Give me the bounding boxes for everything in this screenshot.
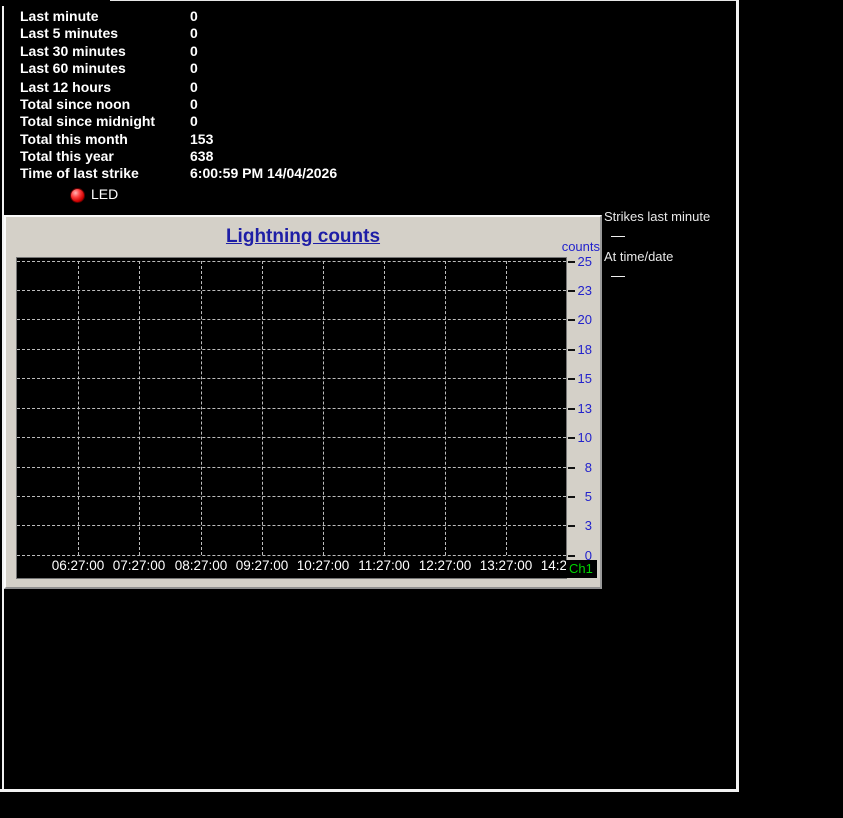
gridline-v — [262, 261, 263, 555]
stat-label: Last 60 minutes — [20, 60, 190, 76]
gridline-h — [17, 496, 566, 497]
led-indicator-icon — [70, 188, 85, 203]
stat-row: Total since midnight0 — [20, 113, 720, 130]
x-axis-label: 06:27:00 — [52, 558, 105, 573]
channel-legend[interactable]: Ch1 — [566, 560, 597, 578]
x-axis-label: 08:27:00 — [175, 558, 228, 573]
y-axis-tick: 8 — [570, 460, 592, 475]
stat-row: Time of last strike6:00:59 PM 14/04/2026 — [20, 165, 720, 182]
y-axis-tick: 10 — [570, 430, 592, 445]
stat-label: Last 12 hours — [20, 79, 190, 95]
y-axis-tick: 5 — [570, 489, 592, 504]
gridline-v — [384, 261, 385, 555]
stat-row: Last 5 minutes0 — [20, 25, 720, 42]
stat-value: 0 — [190, 60, 198, 76]
gridline-h — [17, 408, 566, 409]
stat-value: 6:00:59 PM 14/04/2026 — [190, 165, 337, 181]
y-axis-tick: 15 — [570, 371, 592, 386]
stat-row: Total since noon0 — [20, 96, 720, 113]
y-axis-tick: 13 — [570, 401, 592, 416]
x-axis-label: 14:27:00 — [541, 558, 567, 573]
stat-value: 153 — [190, 131, 213, 147]
stat-label: Total since midnight — [20, 113, 190, 129]
gridline-v — [323, 261, 324, 555]
gridline-h — [17, 349, 566, 350]
stat-label: Last minute — [20, 8, 190, 24]
app-window: Last minute0 Last 5 minutes0 Last 30 min… — [0, 0, 843, 818]
strikes-last-minute-value: — — [611, 227, 625, 243]
stat-row: Last 60 minutes0 — [20, 60, 720, 77]
stat-row: Total this year638 — [20, 148, 720, 165]
gridline-h — [17, 290, 566, 291]
y-axis-tick: 20 — [570, 312, 592, 327]
stat-label: Last 5 minutes — [20, 25, 190, 41]
gridline-v — [201, 261, 202, 555]
x-axis-label: 10:27:00 — [297, 558, 350, 573]
y-axis-tick: 3 — [570, 518, 592, 533]
stat-label: Last 30 minutes — [20, 43, 190, 59]
gridline-h — [17, 378, 566, 379]
x-axis-label: 12:27:00 — [419, 558, 472, 573]
at-time-date-label: At time/date — [604, 249, 673, 264]
gridline-h — [17, 555, 566, 556]
stat-label: Total since noon — [20, 96, 190, 112]
stat-value: 0 — [190, 113, 198, 129]
led-label: LED — [91, 186, 118, 202]
stat-value: 0 — [190, 96, 198, 112]
stat-value: 0 — [190, 8, 198, 24]
y-axis-tick: 23 — [570, 283, 592, 298]
window-border-bottom — [0, 789, 739, 792]
stat-row: Last 30 minutes0 — [20, 43, 720, 60]
plot-area: 06:27:00 07:27:00 08:27:00 09:27:00 10:2… — [16, 257, 567, 579]
x-axis-label: 09:27:00 — [236, 558, 289, 573]
gridline-h — [17, 261, 566, 262]
stat-value: 0 — [190, 43, 198, 59]
gridline-v — [139, 261, 140, 555]
stat-label: Total this year — [20, 148, 190, 164]
y-axis-tick: 25 — [570, 254, 592, 269]
stat-row: Last 12 hours0 — [20, 79, 720, 96]
y-axis-title: counts — [460, 239, 600, 254]
gridline-h — [17, 525, 566, 526]
stat-value: 0 — [190, 79, 198, 95]
x-axis-label: 07:27:00 — [113, 558, 166, 573]
x-axis-label: 13:27:00 — [480, 558, 533, 573]
stat-value: 638 — [190, 148, 213, 164]
gridline-v — [78, 261, 79, 555]
gridline-v — [506, 261, 507, 555]
stat-row: Total this month153 — [20, 131, 720, 148]
gridline-v — [445, 261, 446, 555]
stat-label: Time of last strike — [20, 165, 190, 181]
stat-label: Total this month — [20, 131, 190, 147]
window-border-top — [110, 0, 739, 1]
gridline-h — [17, 319, 566, 320]
window-border-right — [736, 0, 739, 792]
y-axis-tick: 18 — [570, 342, 592, 357]
stat-value: 0 — [190, 25, 198, 41]
at-time-date-value: — — [611, 267, 625, 283]
stat-row: Last minute0 — [20, 8, 720, 25]
strikes-last-minute-label: Strikes last minute — [604, 209, 710, 224]
x-axis-label: 11:27:00 — [358, 558, 410, 573]
gridline-h — [17, 467, 566, 468]
gridline-h — [17, 437, 566, 438]
